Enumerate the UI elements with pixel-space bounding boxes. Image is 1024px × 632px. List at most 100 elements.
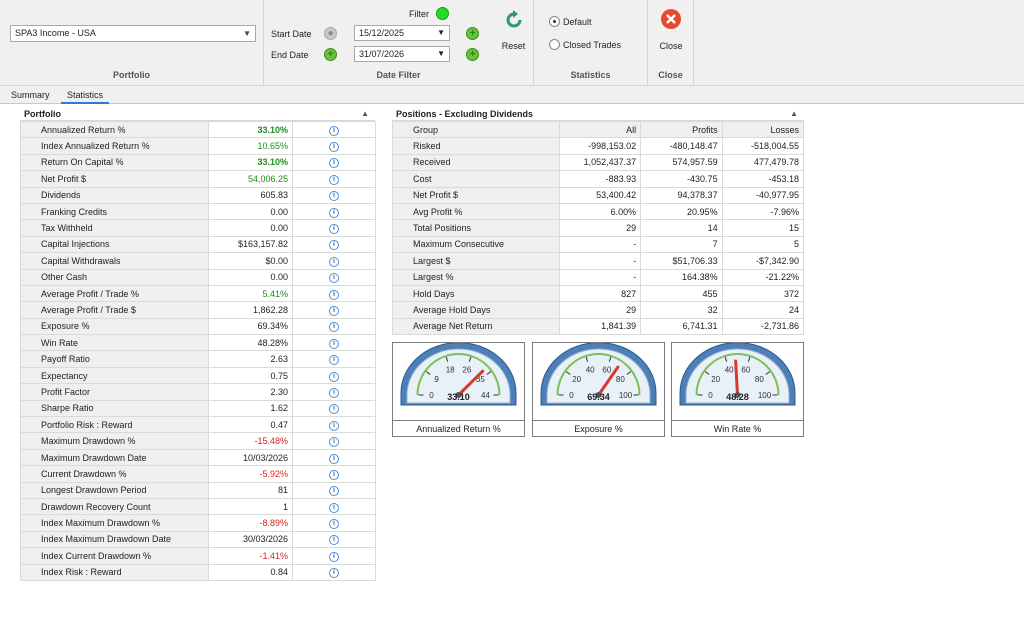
- column-header[interactable]: Group: [392, 120, 560, 139]
- portfolio-select-value: SPA3 Income - USA: [15, 28, 96, 38]
- portfolio-panel-header[interactable]: Portfolio ▲: [20, 107, 375, 121]
- stat-info-cell: i: [292, 399, 376, 418]
- stat-value: 0.47: [208, 416, 293, 434]
- stat-label: Drawdown Recovery Count: [20, 497, 209, 516]
- info-icon[interactable]: i: [329, 191, 339, 202]
- stat-label: Payoff Ratio: [20, 350, 209, 368]
- positions-row: Received 1,052,437.37 574,957.59 477,479.78: [392, 153, 805, 172]
- end-date-add-icon[interactable]: +: [324, 48, 337, 61]
- info-icon[interactable]: i: [329, 502, 339, 513]
- gauge-tick-label: 44: [481, 391, 490, 400]
- portfolio-row: Average Profit / Trade $1,862.28 i: [20, 301, 376, 319]
- info-icon[interactable]: i: [329, 519, 339, 530]
- gauge-tick-label: 18: [446, 365, 455, 374]
- positions-value: 477,479.78: [721, 153, 805, 172]
- info-icon[interactable]: i: [329, 404, 339, 415]
- default-radio[interactable]: [549, 16, 560, 27]
- info-icon[interactable]: i: [329, 420, 339, 431]
- stat-info-cell: i: [292, 416, 376, 434]
- positions-row: Avg Profit % 6.00% 20.95% -7.96%: [392, 202, 805, 221]
- stat-info-cell: i: [292, 235, 376, 254]
- info-icon[interactable]: i: [329, 453, 339, 464]
- positions-value: -7.96%: [721, 202, 805, 221]
- stat-label: Portfolio Risk : Reward: [20, 416, 209, 434]
- info-icon[interactable]: i: [329, 158, 339, 169]
- info-icon[interactable]: i: [329, 289, 339, 300]
- info-icon[interactable]: i: [329, 551, 339, 562]
- stat-value: -5.92%: [208, 465, 293, 483]
- collapse-icon[interactable]: ▲: [790, 107, 798, 121]
- stat-value: 0.84: [208, 563, 293, 581]
- portfolio-row: Average Profit / Trade % 5.41% i: [20, 284, 376, 303]
- tab-statistics[interactable]: Statistics: [61, 88, 110, 104]
- start-date-add-icon[interactable]: +: [466, 27, 479, 40]
- stat-label: Average Profit / Trade %: [20, 284, 209, 303]
- end-date-label: End Date: [271, 50, 309, 60]
- info-icon[interactable]: i: [329, 273, 339, 284]
- info-icon[interactable]: i: [329, 322, 339, 333]
- info-icon[interactable]: i: [329, 207, 339, 218]
- stat-value: 605.83: [208, 186, 293, 204]
- info-icon[interactable]: i: [329, 568, 339, 579]
- stat-label: Average Profit / Trade $: [20, 301, 209, 319]
- filter-status-icon[interactable]: [436, 7, 449, 20]
- stat-info-cell: i: [292, 186, 376, 204]
- positions-row: Largest $ - $51,706.33 -$7,342.90: [392, 252, 805, 270]
- positions-value: 574,957.59: [640, 153, 723, 172]
- gauge-value: 48.28: [726, 392, 749, 402]
- positions-value: 5: [721, 235, 805, 254]
- end-date-field[interactable]: 31/07/2026 ▼: [354, 46, 450, 62]
- portfolio-row: Portfolio Risk : Reward 0.47 i: [20, 416, 376, 434]
- stat-label: Profit Factor: [20, 383, 209, 401]
- portfolio-row: Annualized Return % 33.10% i: [20, 120, 376, 139]
- group-label: Largest %: [392, 268, 560, 286]
- portfolio-row: Other Cash 0.00 i: [20, 268, 376, 286]
- gauge-tick-label: 20: [711, 375, 720, 384]
- portfolio-row: Capital Injections $163,157.82 i: [20, 235, 376, 254]
- positions-row: Largest % -164.38% -21.22%: [392, 268, 805, 286]
- info-icon[interactable]: i: [329, 224, 339, 235]
- column-header[interactable]: Profits: [640, 120, 723, 139]
- stat-value: -15.48%: [208, 432, 293, 450]
- default-radio-label: Default: [563, 17, 592, 27]
- stat-info-cell: i: [292, 268, 376, 286]
- closed-trades-radio-label: Closed Trades: [563, 40, 622, 50]
- chevron-down-icon: ▼: [437, 28, 445, 37]
- info-icon[interactable]: i: [329, 387, 339, 398]
- tab-summary[interactable]: Summary: [5, 88, 56, 104]
- group-label: Largest $: [392, 252, 560, 270]
- statistics-group: Default Closed Trades Statistics: [534, 0, 648, 84]
- info-icon[interactable]: i: [329, 338, 339, 349]
- info-icon[interactable]: i: [329, 256, 339, 267]
- stat-info-cell: i: [292, 465, 376, 483]
- info-icon[interactable]: i: [329, 305, 339, 316]
- stat-value: 1: [208, 497, 293, 516]
- info-icon[interactable]: i: [329, 486, 339, 497]
- stat-info-cell: i: [292, 317, 376, 336]
- closed-trades-radio[interactable]: [549, 39, 560, 50]
- info-icon[interactable]: i: [329, 174, 339, 185]
- start-date-field[interactable]: 15/12/2025 ▼: [354, 25, 450, 41]
- info-icon[interactable]: i: [329, 437, 339, 448]
- positions-panel-header[interactable]: Positions - Excluding Dividends ▲: [392, 107, 804, 121]
- column-header[interactable]: All: [558, 120, 642, 139]
- portfolio-select[interactable]: SPA3 Income - USA ▼: [10, 25, 256, 42]
- column-header[interactable]: Losses: [721, 120, 805, 139]
- end-date-add-icon-2[interactable]: +: [466, 48, 479, 61]
- portfolio-row: Index Current Drawdown % -1.41% i: [20, 547, 376, 565]
- info-icon[interactable]: i: [329, 240, 339, 251]
- info-icon[interactable]: i: [329, 142, 339, 153]
- collapse-icon[interactable]: ▲: [361, 107, 369, 121]
- gauge-caption: Annualized Return %: [393, 420, 524, 436]
- reset-label: Reset: [501, 41, 526, 51]
- info-icon[interactable]: i: [329, 125, 339, 136]
- stat-label: Current Drawdown %: [20, 465, 209, 483]
- info-icon[interactable]: i: [329, 469, 339, 480]
- close-button[interactable]: Close: [648, 0, 694, 60]
- info-icon[interactable]: i: [329, 355, 339, 366]
- reset-button[interactable]: Reset: [494, 0, 534, 84]
- info-icon[interactable]: i: [329, 371, 339, 382]
- positions-row: Total Positions 29 14 15: [392, 219, 805, 237]
- info-icon[interactable]: i: [329, 535, 339, 546]
- gauge-tick-label: 40: [586, 365, 595, 374]
